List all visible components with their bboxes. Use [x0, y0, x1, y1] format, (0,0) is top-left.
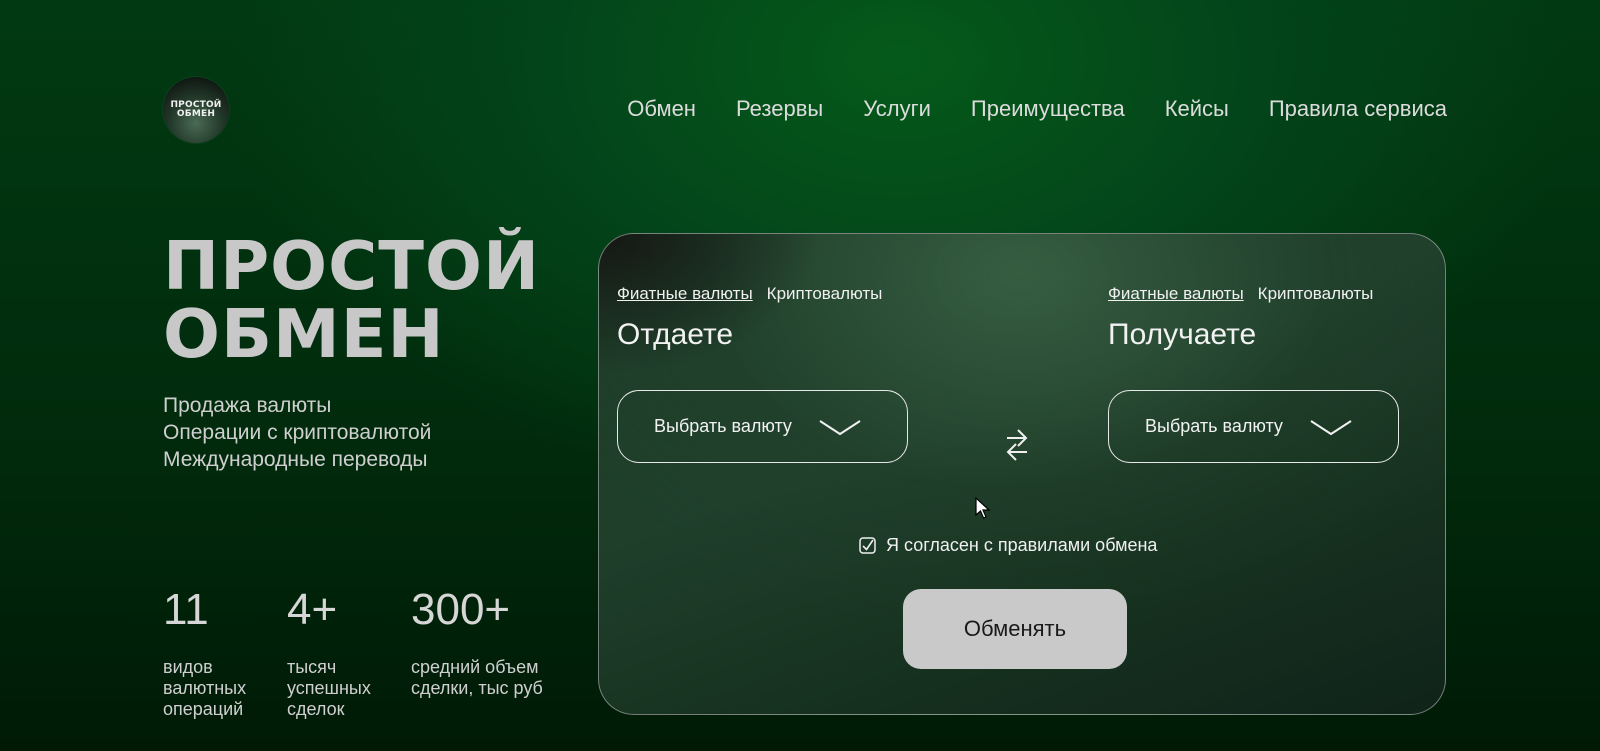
mouse-cursor-icon — [975, 497, 991, 519]
stat-label-line: валютных — [163, 678, 247, 698]
stat-number: 4+ — [287, 585, 338, 634]
stat-number: 11 — [163, 585, 209, 634]
stat-label-line: сделок — [287, 699, 345, 719]
give-tab-fiat[interactable]: Фиатные валюты — [617, 284, 753, 304]
stat-label-line: операций — [163, 699, 244, 719]
stat-label-line: видов — [163, 657, 213, 677]
nav-item-cases[interactable]: Кейсы — [1165, 96, 1229, 122]
logo-line2: ОБМЕН — [176, 109, 216, 119]
give-select-label: Выбрать валюту — [654, 416, 792, 436]
receive-tab-crypto[interactable]: Криптовалюты — [1258, 284, 1374, 304]
stat-deals: 4+ тысяч успешных сделок — [287, 585, 371, 719]
main-nav: Обмен Резервы Услуги Преимущества Кейсы … — [627, 96, 1447, 122]
chevron-down-icon — [819, 420, 861, 436]
give-currency-tabs: Фиатные валюты Криптовалюты — [617, 284, 882, 304]
stat-label-line: средний объем — [411, 657, 539, 677]
stat-label-line: сделки, тыс руб — [411, 678, 543, 698]
hero-title: ПРОСТОЙ ОБМЕН — [163, 232, 540, 368]
agree-checkbox[interactable]: Я согласен с правилами обмена — [859, 535, 1157, 556]
stat-label-line: тысяч — [287, 657, 337, 677]
give-currency-select[interactable]: Выбрать валюту — [617, 390, 908, 463]
subtitle-item: Международные переводы — [163, 448, 428, 471]
exchange-submit-button[interactable]: Обменять — [903, 589, 1127, 669]
nav-item-exchange[interactable]: Обмен — [627, 96, 696, 122]
stat-label: средний объем сделки, тыс руб — [411, 657, 543, 699]
chevron-down-icon — [1310, 420, 1352, 436]
hero-title-line1: ПРОСТОЙ — [163, 227, 541, 305]
give-title: Отдаете — [617, 318, 734, 351]
checkbox-checked-icon[interactable] — [859, 537, 876, 554]
give-tab-crypto[interactable]: Криптовалюты — [767, 284, 883, 304]
nav-item-reserves[interactable]: Резервы — [736, 96, 823, 122]
stat-label-line: успешных — [287, 678, 371, 698]
stat-volume: 300+ средний объем сделки, тыс руб — [411, 585, 543, 698]
nav-item-rules[interactable]: Правила сервиса — [1269, 96, 1447, 122]
receive-title: Получаете — [1108, 318, 1257, 351]
hero-title-line2: ОБМЕН — [163, 295, 445, 373]
stat-operations: 11 видов валютных операций — [163, 585, 246, 719]
receive-select-label: Выбрать валюту — [1145, 416, 1283, 436]
stat-number: 300+ — [411, 585, 511, 634]
nav-item-advantages[interactable]: Преимущества — [971, 96, 1125, 122]
subtitle-item: Операции с криптовалютой — [163, 421, 432, 444]
receive-currency-select[interactable]: Выбрать валюту — [1108, 390, 1399, 463]
subtitle-item: Продажа валюты — [163, 394, 332, 417]
receive-tab-fiat[interactable]: Фиатные валюты — [1108, 284, 1244, 304]
logo[interactable]: ПРОСТОЙ ОБМЕН — [163, 77, 229, 143]
hero-subtitles: Продажа валюты Операции с криптовалютой … — [163, 392, 431, 473]
receive-currency-tabs: Фиатные валюты Криптовалюты — [1108, 284, 1373, 304]
agree-label: Я согласен с правилами обмена — [886, 535, 1158, 555]
stat-label: тысяч успешных сделок — [287, 657, 371, 720]
swap-icon[interactable] — [1004, 428, 1030, 462]
stat-label: видов валютных операций — [163, 657, 246, 720]
exchange-card: Фиатные валюты Криптовалюты Отдаете Выбр… — [598, 233, 1446, 715]
nav-item-services[interactable]: Услуги — [863, 96, 931, 122]
